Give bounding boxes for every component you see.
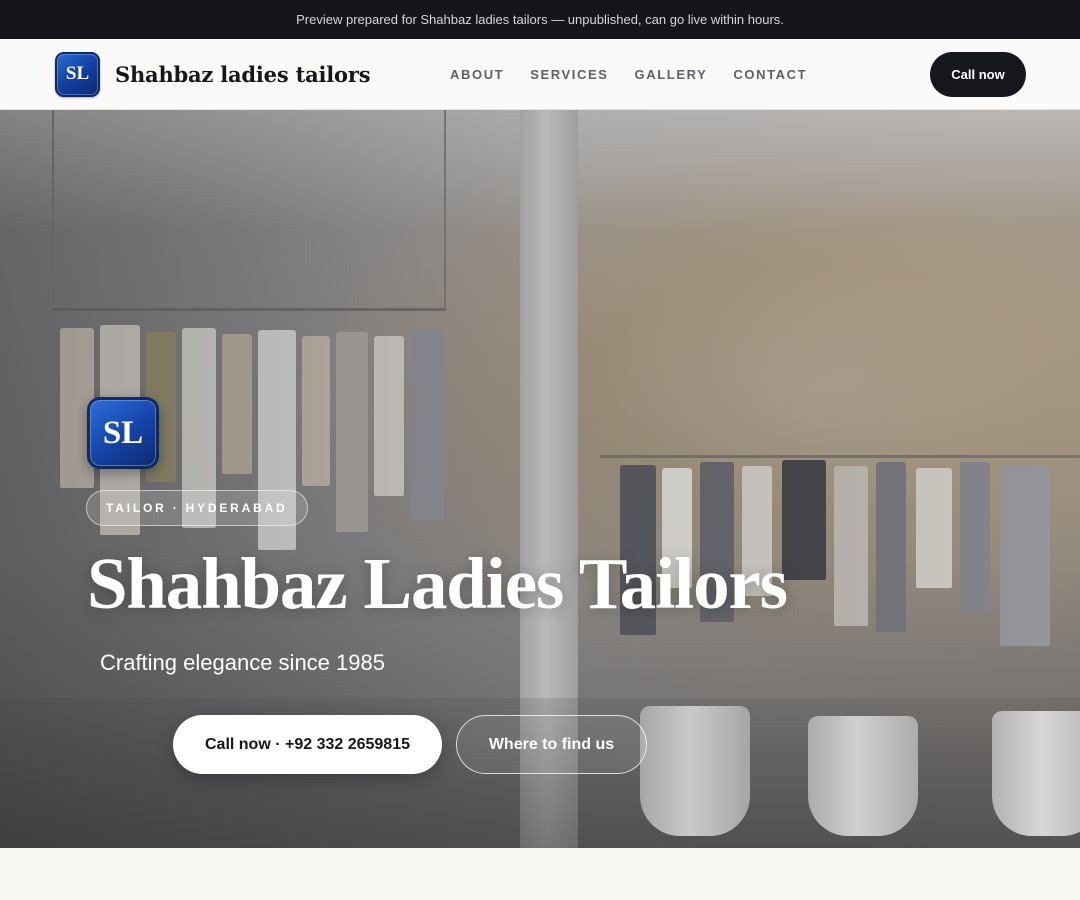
brand-name[interactable]: Shahbaz ladies tailors	[115, 62, 371, 87]
nav-about[interactable]: ABOUT	[450, 67, 504, 82]
preview-banner-text: Preview prepared for Shahbaz ladies tail…	[296, 12, 784, 27]
site-header: SL Shahbaz ladies tailors ABOUT SERVICES…	[0, 39, 1080, 110]
brand-logo[interactable]: SL	[55, 51, 100, 97]
header-call-button[interactable]: Call now	[930, 51, 1026, 97]
hero-logo: SL	[87, 397, 159, 469]
hero-title: Shahbaz Ladies Tailors	[87, 543, 788, 624]
nav-contact[interactable]: CONTACT	[733, 67, 807, 82]
main-nav: ABOUT SERVICES GALLERY CONTACT	[450, 39, 833, 109]
location-badge: TAILOR · HYDERABAD	[86, 490, 308, 526]
call-now-button[interactable]: Call now · +92 332 2659815	[173, 715, 442, 774]
hero-subtitle: Crafting elegance since 1985	[100, 650, 385, 675]
nav-gallery[interactable]: GALLERY	[635, 67, 708, 82]
find-us-button[interactable]: Where to find us	[456, 715, 647, 774]
brand[interactable]: SL Shahbaz ladies tailors	[55, 51, 371, 97]
hero-section: SL TAILOR · HYDERABAD Shahbaz Ladies Tai…	[0, 110, 1080, 848]
preview-banner: Preview prepared for Shahbaz ladies tail…	[0, 0, 1080, 39]
nav-services[interactable]: SERVICES	[530, 67, 608, 82]
